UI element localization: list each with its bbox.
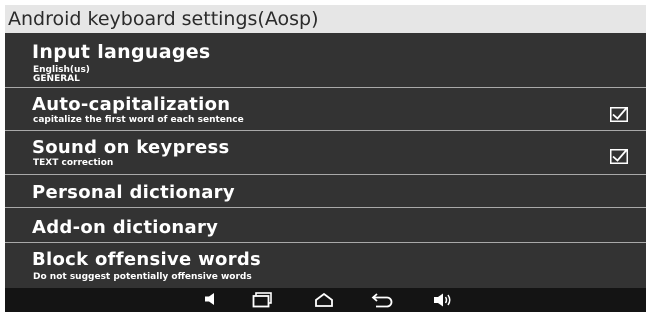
setting-summary: TEXT correction — [33, 158, 114, 168]
setting-summary: capitalize the first word of each senten… — [33, 115, 244, 125]
setting-title: Input languages — [32, 41, 211, 63]
sound-on-keypress-checkbox[interactable] — [610, 149, 628, 164]
setting-auto-capitalization[interactable]: Auto-capitalization capitalize the first… — [5, 88, 646, 131]
setting-personal-dictionary[interactable]: Personal dictionary — [5, 175, 646, 208]
auto-capitalization-checkbox[interactable] — [610, 107, 628, 122]
setting-title: Block offensive words — [32, 249, 262, 270]
back-icon[interactable] — [365, 288, 399, 312]
setting-title: Personal dictionary — [32, 182, 235, 203]
setting-summary: Do not suggest potentially offensive wor… — [33, 272, 252, 282]
setting-addon-dictionary[interactable]: Add-on dictionary — [5, 208, 646, 243]
setting-title: Add-on dictionary — [32, 217, 219, 238]
setting-title: Auto-capitalization — [32, 94, 231, 115]
volume-down-icon[interactable] — [195, 288, 229, 312]
volume-up-icon[interactable] — [426, 288, 460, 312]
setting-title: Sound on keypress — [32, 137, 230, 158]
home-icon[interactable] — [307, 288, 341, 312]
page-title: Android keyboard settings(Aosp) — [5, 5, 646, 33]
setting-value: GENERAL — [33, 74, 80, 84]
setting-input-languages[interactable]: Input languages English(us) GENERAL — [5, 33, 646, 88]
setting-block-offensive-words[interactable]: Block offensive words Do not suggest pot… — [5, 243, 646, 288]
setting-sound-on-keypress[interactable]: Sound on keypress TEXT correction — [5, 131, 646, 175]
navigation-bar — [5, 288, 646, 312]
recent-apps-icon[interactable] — [246, 288, 280, 312]
settings-screen: Android keyboard settings(Aosp) Input la… — [5, 5, 646, 312]
